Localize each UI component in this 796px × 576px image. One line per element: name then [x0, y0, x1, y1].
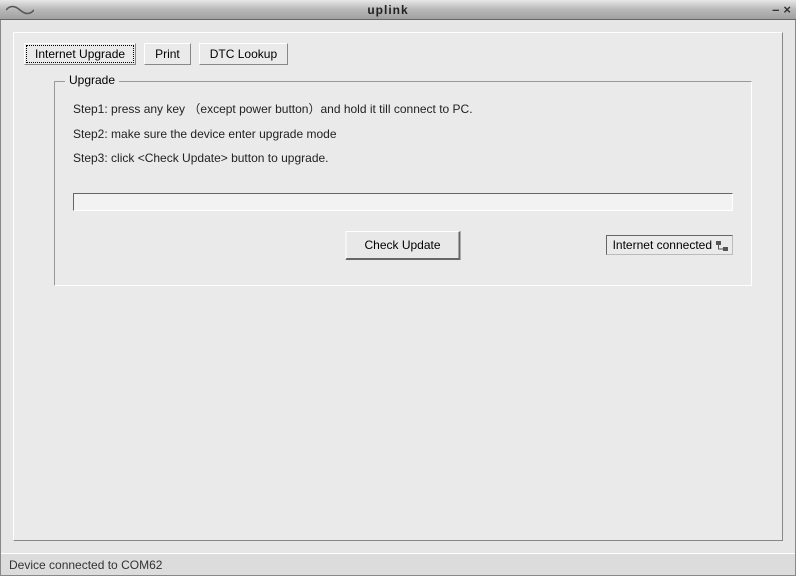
tab-dtc-lookup[interactable]: DTC Lookup [199, 43, 288, 65]
statusbar-text: Device connected to COM62 [9, 558, 162, 572]
content-panel: Internet Upgrade Print DTC Lookup Upgrad… [13, 32, 783, 541]
window-title: uplink [40, 3, 736, 17]
network-icon [716, 240, 728, 250]
step2-text: Step2: make sure the device enter upgrad… [73, 127, 733, 141]
tab-label: DTC Lookup [210, 47, 277, 61]
groupbox-legend: Upgrade [65, 73, 119, 87]
progress-bar [73, 193, 733, 211]
minimize-button[interactable]: – [772, 3, 779, 16]
tab-print[interactable]: Print [144, 43, 191, 65]
close-button[interactable]: × [783, 3, 791, 16]
step3-text: Step3: click <Check Update> button to up… [73, 151, 733, 165]
tab-internet-upgrade[interactable]: Internet Upgrade [24, 43, 136, 65]
tab-bar: Internet Upgrade Print DTC Lookup [24, 43, 772, 65]
titlebar: uplink – × [0, 0, 796, 20]
connection-status: Internet connected [606, 235, 733, 255]
connection-status-text: Internet connected [613, 238, 712, 252]
titlebar-left-decor [0, 0, 40, 19]
button-row: Check Update Internet connected [73, 229, 733, 261]
check-update-button[interactable]: Check Update [345, 231, 460, 260]
tab-label: Internet Upgrade [35, 47, 125, 61]
window-body: Internet Upgrade Print DTC Lookup Upgrad… [0, 20, 796, 576]
step1-text: Step1: press any key （except power butto… [73, 100, 733, 117]
statusbar: Device connected to COM62 [1, 553, 795, 575]
upgrade-groupbox: Upgrade Step1: press any key （except pow… [54, 81, 752, 286]
tab-label: Print [155, 47, 180, 61]
